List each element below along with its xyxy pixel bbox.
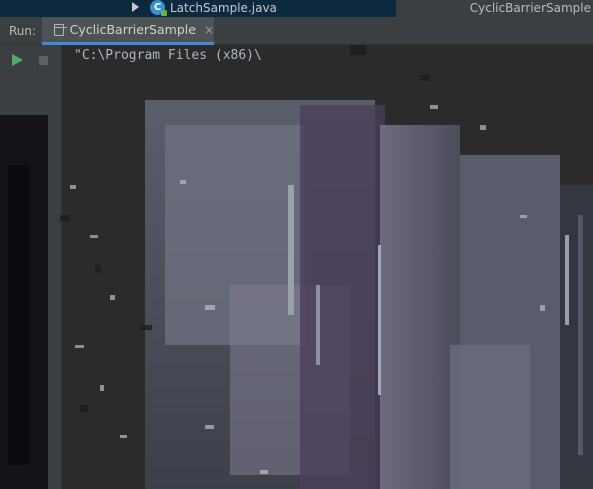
java-class-icon: C	[150, 0, 167, 16]
run-toolbar	[0, 45, 62, 489]
play-icon[interactable]	[8, 51, 28, 71]
console-output[interactable]: "C:\Program Files (x86)\	[62, 45, 593, 489]
tree-file-label[interactable]: LatchSample.java	[170, 0, 277, 16]
project-tree-row[interactable]: C LatchSample.java	[0, 0, 396, 17]
close-icon[interactable]: ×	[204, 24, 214, 36]
top-strip: C LatchSample.java CyclicBarrierSample	[0, 0, 593, 17]
run-tab-label: CyclicBarrierSample	[69, 22, 196, 37]
editor-tab-area: CyclicBarrierSample	[396, 0, 593, 17]
run-config-icon	[54, 23, 67, 36]
run-label: Run:	[9, 24, 37, 38]
chevron-right-icon[interactable]	[132, 2, 139, 12]
run-tool-window-header: Run: CyclicBarrierSample ×	[0, 17, 593, 45]
tab-cyclic-barrier-sample[interactable]: CyclicBarrierSample ×	[42, 17, 214, 45]
console-line: "C:\Program Files (x86)\	[74, 48, 262, 63]
stop-icon[interactable]	[34, 51, 54, 71]
editor-title[interactable]: CyclicBarrierSample	[470, 0, 591, 16]
